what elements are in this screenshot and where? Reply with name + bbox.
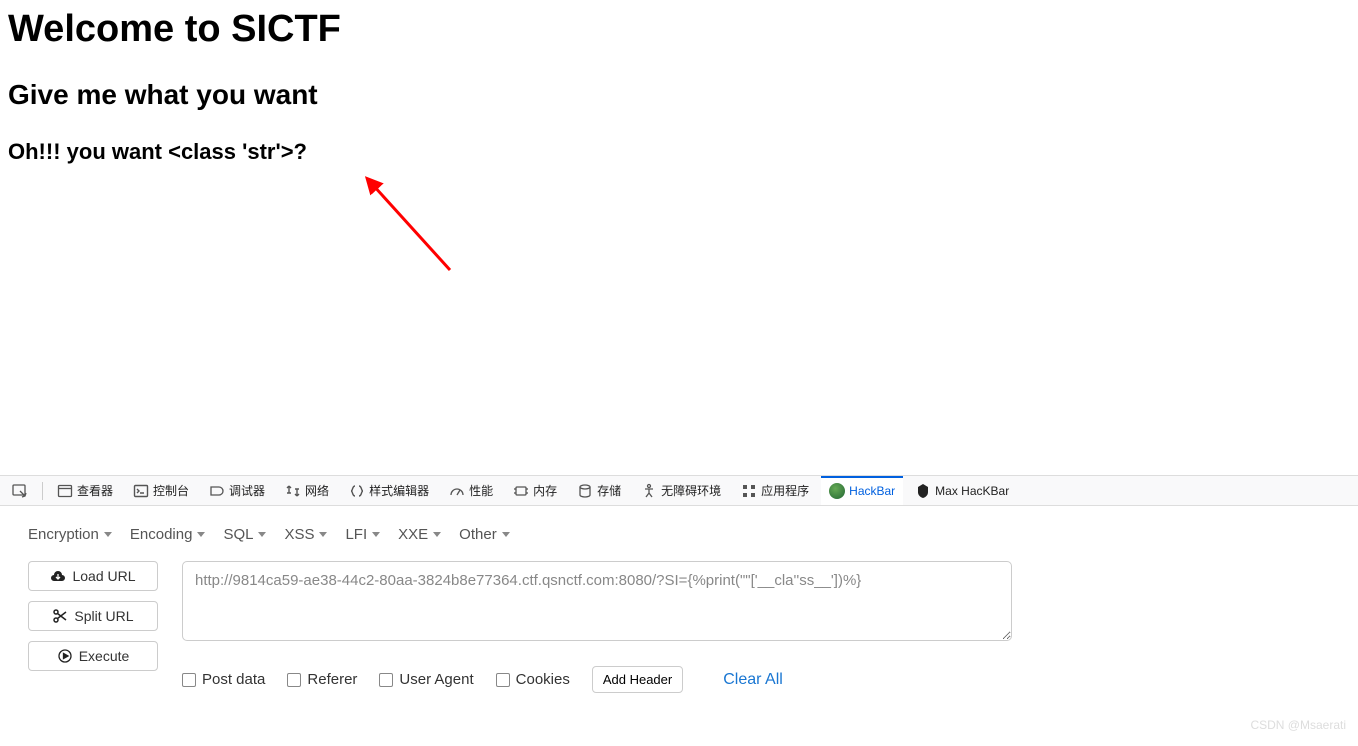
caret-down-icon (433, 532, 441, 537)
menu-sql[interactable]: SQL (223, 526, 266, 543)
check-cookies[interactable]: Cookies (496, 671, 570, 688)
checkbox-icon (287, 673, 301, 687)
hackbar-icon (829, 483, 845, 499)
check-referer[interactable]: Referer (287, 671, 357, 688)
debugger-icon (209, 483, 225, 499)
network-icon (285, 483, 301, 499)
tab-performance[interactable]: 性能 (441, 476, 501, 505)
devtools-tabs: 查看器 控制台 调试器 网络 样式编辑器 性能 内存 存储 (0, 476, 1358, 506)
tab-memory[interactable]: 内存 (505, 476, 565, 505)
check-label: User Agent (399, 671, 473, 688)
devtools-panel: 查看器 控制台 调试器 网络 样式编辑器 性能 内存 存储 (0, 475, 1358, 711)
split-url-button[interactable]: Split URL (28, 601, 158, 631)
button-label: Load URL (72, 568, 135, 584)
check-label: Post data (202, 671, 265, 688)
caret-down-icon (258, 532, 266, 537)
menu-encoding[interactable]: Encoding (130, 526, 206, 543)
menu-label: Encryption (28, 526, 99, 543)
tab-inspector[interactable]: 查看器 (49, 476, 121, 505)
load-url-button[interactable]: Load URL (28, 561, 158, 591)
page-message: Oh!!! you want <class 'str'>? (8, 139, 1350, 165)
checkbox-icon (379, 673, 393, 687)
check-user-agent[interactable]: User Agent (379, 671, 473, 688)
tab-max-hackbar[interactable]: Max HacKBar (907, 476, 1017, 505)
tab-network[interactable]: 网络 (277, 476, 337, 505)
check-post-data[interactable]: Post data (182, 671, 265, 688)
max-hackbar-icon (915, 483, 931, 499)
tab-application[interactable]: 应用程序 (733, 476, 817, 505)
menu-label: LFI (345, 526, 367, 543)
tab-label: 存储 (597, 482, 621, 499)
accessibility-icon (641, 483, 657, 499)
application-icon (741, 483, 757, 499)
tab-label: 无障碍环境 (661, 482, 721, 499)
menu-xxe[interactable]: XXE (398, 526, 441, 543)
check-label: Cookies (516, 671, 570, 688)
caret-down-icon (502, 532, 510, 537)
menu-label: XSS (284, 526, 314, 543)
caret-down-icon (197, 532, 205, 537)
hackbar-menus: Encryption Encoding SQL XSS LFI XXE Othe… (20, 516, 1338, 553)
tab-label: 性能 (469, 482, 493, 499)
scissors-icon (52, 608, 68, 624)
annotation-arrow-1 (355, 165, 475, 285)
menu-label: Encoding (130, 526, 193, 543)
menu-encryption[interactable]: Encryption (28, 526, 112, 543)
menu-label: Other (459, 526, 497, 543)
menu-label: XXE (398, 526, 428, 543)
watermark: CSDN @Msaerati (1250, 718, 1346, 732)
tab-label: 样式编辑器 (369, 482, 429, 499)
caret-down-icon (319, 532, 327, 537)
tab-label: 网络 (305, 482, 329, 499)
checkbox-icon (182, 673, 196, 687)
devtools-pick-element[interactable] (4, 476, 36, 505)
tab-storage[interactable]: 存储 (569, 476, 629, 505)
request-options: Post data Referer User Agent Cookies Add… (182, 666, 1330, 693)
tab-label: 应用程序 (761, 482, 809, 499)
caret-down-icon (104, 532, 112, 537)
caret-down-icon (372, 532, 380, 537)
tab-label: 调试器 (229, 482, 265, 499)
tab-accessibility[interactable]: 无障碍环境 (633, 476, 729, 505)
storage-icon (577, 483, 593, 499)
pick-element-icon (12, 483, 28, 499)
divider (42, 482, 43, 500)
checkbox-icon (496, 673, 510, 687)
menu-label: SQL (223, 526, 253, 543)
tab-label: 内存 (533, 482, 557, 499)
inspector-icon (57, 483, 73, 499)
style-editor-icon (349, 483, 365, 499)
hackbar-actions: Load URL Split URL Execute (28, 561, 158, 693)
url-input[interactable] (182, 561, 1012, 641)
add-header-button[interactable]: Add Header (592, 666, 683, 693)
tab-label: 查看器 (77, 482, 113, 499)
tab-debugger[interactable]: 调试器 (201, 476, 273, 505)
execute-button[interactable]: Execute (28, 641, 158, 671)
page-subtitle: Give me what you want (8, 79, 1350, 111)
tab-label: Max HacKBar (935, 484, 1009, 498)
clear-all-link[interactable]: Clear All (723, 671, 783, 689)
tab-hackbar[interactable]: HackBar (821, 476, 903, 505)
hackbar-panel: Encryption Encoding SQL XSS LFI XXE Othe… (0, 506, 1358, 711)
menu-lfi[interactable]: LFI (345, 526, 380, 543)
page-title: Welcome to SICTF (8, 8, 1350, 51)
tab-label: 控制台 (153, 482, 189, 499)
memory-icon (513, 483, 529, 499)
performance-icon (449, 483, 465, 499)
button-label: Split URL (74, 608, 133, 624)
tab-console[interactable]: 控制台 (125, 476, 197, 505)
check-label: Referer (307, 671, 357, 688)
menu-other[interactable]: Other (459, 526, 510, 543)
cloud-download-icon (50, 568, 66, 584)
tab-style-editor[interactable]: 样式编辑器 (341, 476, 437, 505)
play-icon (57, 648, 73, 664)
menu-xss[interactable]: XSS (284, 526, 327, 543)
button-label: Execute (79, 648, 130, 664)
tab-label: HackBar (849, 484, 895, 498)
console-icon (133, 483, 149, 499)
